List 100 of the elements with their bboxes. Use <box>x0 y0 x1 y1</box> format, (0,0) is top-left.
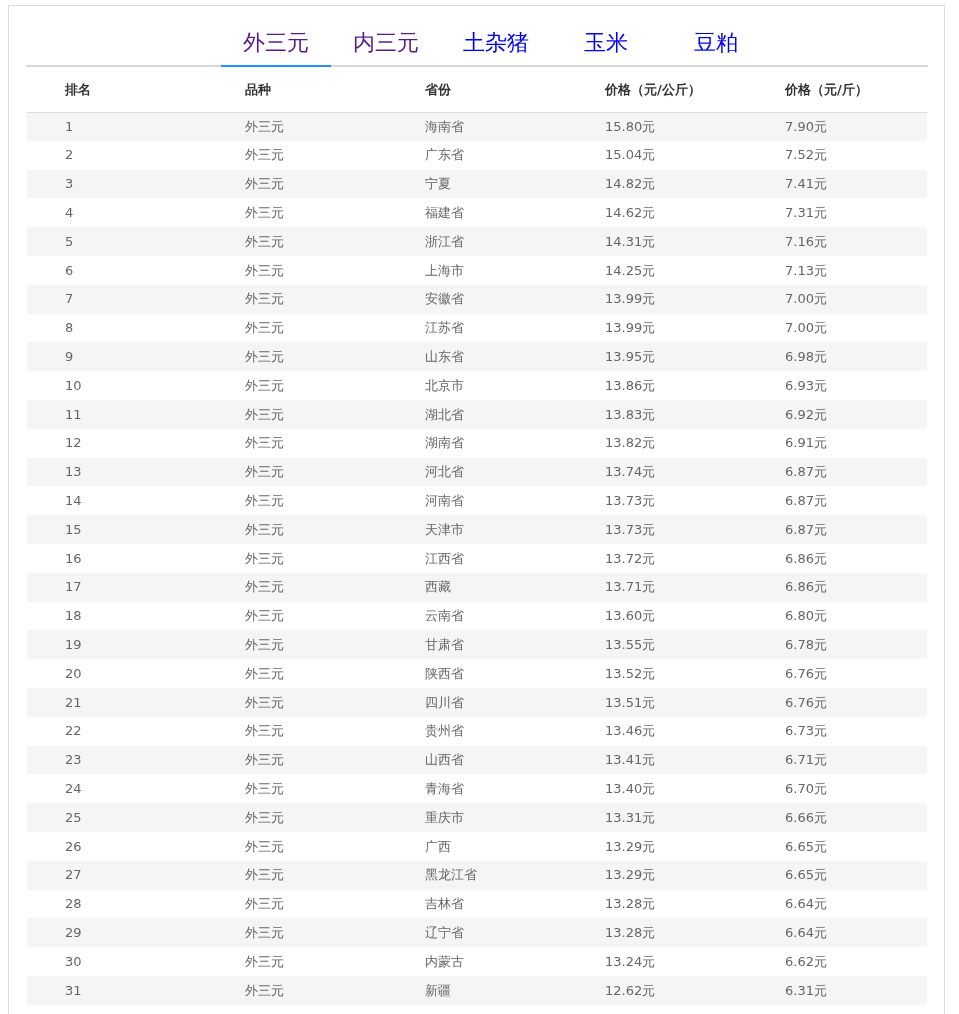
table-cell: 15.80元 <box>605 118 656 134</box>
table-cell: 外三元 <box>245 233 284 249</box>
table-cell: 外三元 <box>245 349 284 364</box>
table-cell: 外三元 <box>245 838 284 854</box>
table-cell: 外三元 <box>245 118 284 134</box>
table-cell: 13.99元 <box>605 291 656 307</box>
tab[interactable]: 豆粕 <box>661 20 771 67</box>
table-cell: 2 <box>65 147 74 163</box>
table-cell: 14.25元 <box>605 262 656 278</box>
table-cell: 6.76元 <box>785 665 827 681</box>
table-cell: 6.93元 <box>785 377 827 393</box>
table-cell: 贵州省 <box>425 723 464 739</box>
table-cell: 18 <box>65 608 82 624</box>
table-cell: 内蒙古 <box>425 953 464 969</box>
table-cell: 12 <box>65 435 82 451</box>
table-cell: 11 <box>65 406 82 422</box>
table-cell: 新疆 <box>425 982 451 998</box>
table-cell: 6.86元 <box>785 579 827 595</box>
table-cell: 21 <box>65 694 82 710</box>
table-cell: 6.64元 <box>785 896 827 912</box>
table-cell: 河南省 <box>425 493 464 508</box>
table-cell: 13.29元 <box>605 838 656 854</box>
column-header: 品种 <box>245 81 271 97</box>
table-cell: 13.72元 <box>605 550 656 566</box>
table-cell: 7.31元 <box>785 205 827 221</box>
table-cell: 31 <box>65 982 82 998</box>
table-cell: 6.64元 <box>785 924 827 940</box>
table-cell: 外三元 <box>245 723 284 739</box>
table-cell: 外三元 <box>245 435 284 451</box>
table-cell: 7.13元 <box>785 262 827 278</box>
table-cell: 外三元 <box>245 205 284 221</box>
table-cell: 13.41元 <box>605 752 656 768</box>
table-cell: 13.40元 <box>605 780 656 796</box>
table-cell: 7.16元 <box>785 233 827 249</box>
table-cell: 西藏 <box>425 579 451 595</box>
table-cell: 6.87元 <box>785 493 827 508</box>
table-cell: 6.66元 <box>785 809 827 825</box>
table-cell: 海南省 <box>425 118 464 134</box>
table-cell: 13.95元 <box>605 349 656 364</box>
table-cell: 宁夏 <box>425 176 451 192</box>
table-cell: 外三元 <box>245 953 284 969</box>
table-cell: 14 <box>65 493 82 508</box>
table-cell: 1 <box>65 118 74 134</box>
table-cell: 外三元 <box>245 694 284 710</box>
table-cell: 26 <box>65 838 82 854</box>
tab[interactable]: 土杂猪 <box>441 20 551 67</box>
table-cell: 外三元 <box>245 924 284 940</box>
table-cell: 江苏省 <box>425 320 464 336</box>
table-cell: 13.86元 <box>605 377 656 393</box>
table-cell: 6.86元 <box>785 550 827 566</box>
tab[interactable]: 内三元 <box>331 20 441 67</box>
table-cell: 13.28元 <box>605 924 656 940</box>
table-cell: 6.73元 <box>785 723 827 739</box>
table-cell: 13.29元 <box>605 867 656 883</box>
table-cell: 北京市 <box>425 377 464 393</box>
table-cell: 6.62元 <box>785 953 827 969</box>
table-cell: 四川省 <box>425 694 464 710</box>
table-cell: 重庆市 <box>425 809 464 825</box>
table-cell: 外三元 <box>245 377 284 393</box>
table-cell: 外三元 <box>245 896 284 912</box>
table-cell: 外三元 <box>245 579 284 595</box>
tab[interactable]: 外三元 <box>221 20 331 67</box>
table-cell: 吉林省 <box>425 896 464 912</box>
table-cell: 13.71元 <box>605 579 656 595</box>
table-cell: 13.28元 <box>605 896 656 912</box>
table-cell: 6.71元 <box>785 752 827 768</box>
table-cell: 7.00元 <box>785 320 827 336</box>
table-cell: 山西省 <box>425 752 464 768</box>
table-cell: 13.73元 <box>605 521 656 537</box>
table-cell: 6.65元 <box>785 867 827 883</box>
table-cell: 外三元 <box>245 550 284 566</box>
table-cell: 辽宁省 <box>425 924 464 940</box>
table-cell: 7 <box>65 291 74 307</box>
table-cell: 外三元 <box>245 147 284 163</box>
table-cell: 浙江省 <box>425 233 464 249</box>
column-header: 价格（元/公斤） <box>605 81 701 97</box>
table-cell: 15.04元 <box>605 147 656 163</box>
table-cell: 外三元 <box>245 608 284 624</box>
table-cell: 13.24元 <box>605 953 656 969</box>
table-cell: 云南省 <box>425 608 464 624</box>
tab[interactable]: 玉米 <box>551 20 661 67</box>
table-cell: 外三元 <box>245 637 284 652</box>
table-cell: 4 <box>65 205 74 221</box>
table-cell: 27 <box>65 867 82 883</box>
table-cell: 外三元 <box>245 262 284 278</box>
table-cell: 22 <box>65 723 82 739</box>
table-cell: 6.65元 <box>785 838 827 854</box>
table-cell: 外三元 <box>245 521 284 537</box>
table-cell: 30 <box>65 953 82 969</box>
table-cell: 13.83元 <box>605 406 656 422</box>
table-cell: 6.80元 <box>785 608 827 624</box>
table-cell: 14.62元 <box>605 205 656 221</box>
table-cell: 3 <box>65 176 74 192</box>
table-cell: 外三元 <box>245 665 284 681</box>
table-cell: 江西省 <box>425 550 464 566</box>
table-cell: 8 <box>65 320 74 336</box>
table-cell: 6.70元 <box>785 780 827 796</box>
table-cell: 6.31元 <box>785 982 827 998</box>
table-cell: 6.92元 <box>785 406 827 422</box>
table-cell: 13.74元 <box>605 464 656 480</box>
